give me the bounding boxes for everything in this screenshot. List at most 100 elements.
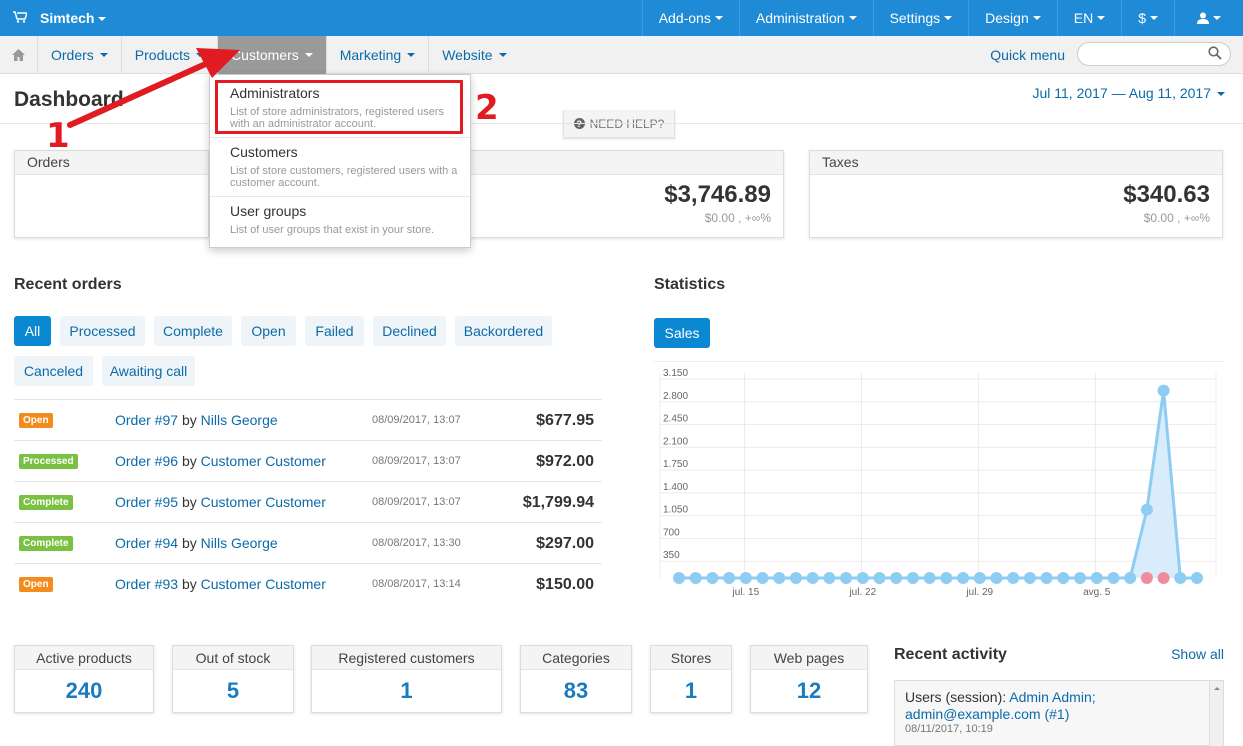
table-row[interactable]: Processed Order #96 by Customer Customer… bbox=[14, 440, 602, 481]
counter-label: Out of stock bbox=[173, 646, 293, 670]
data-point-secondary bbox=[706, 572, 719, 584]
menu-item-customers[interactable]: Customers List of store customers, regis… bbox=[210, 138, 470, 196]
y-tick-label: 2.100 bbox=[663, 436, 688, 447]
cart-icon[interactable] bbox=[0, 10, 40, 26]
filter-awaiting-call[interactable]: Awaiting call bbox=[102, 356, 195, 386]
home-icon[interactable] bbox=[0, 35, 38, 74]
chevron-down-icon bbox=[848, 16, 857, 20]
x-tick-label: avg. 5 bbox=[1083, 587, 1111, 598]
data-point-secondary bbox=[689, 572, 702, 584]
by-label: by bbox=[181, 494, 197, 510]
nav-website[interactable]: Website bbox=[429, 36, 519, 74]
filter-processed[interactable]: Processed bbox=[60, 316, 145, 346]
y-tick-label: 3.150 bbox=[663, 368, 688, 379]
table-row[interactable]: Open Order #97 by Nills George 08/09/201… bbox=[14, 399, 602, 440]
chevron-down-icon bbox=[1032, 16, 1041, 20]
annotation-step-1: 1 bbox=[46, 116, 70, 156]
counter-value: 12 bbox=[796, 678, 822, 703]
show-all-link[interactable]: Show all bbox=[1171, 646, 1224, 662]
store-switcher[interactable]: Simtech bbox=[40, 10, 107, 26]
data-point-secondary bbox=[1007, 572, 1020, 584]
chevron-down-icon bbox=[1213, 16, 1221, 20]
y-tick-label: 700 bbox=[663, 527, 680, 538]
chevron-down-icon bbox=[1097, 16, 1106, 20]
status-badge: Open bbox=[19, 413, 53, 428]
order-link[interactable]: Order #96 bbox=[115, 453, 178, 469]
date-range-picker[interactable]: Jul 11, 2017 — Aug 11, 2017 bbox=[1032, 85, 1225, 101]
menu-item-user-groups[interactable]: User groups List of user groups that exi… bbox=[210, 197, 470, 247]
filter-declined[interactable]: Declined bbox=[373, 316, 446, 346]
counter-web-pages[interactable]: Web pages 12 bbox=[750, 645, 868, 713]
table-row[interactable]: Open Order #93 by Customer Customer 08/0… bbox=[14, 563, 602, 604]
nav-marketing[interactable]: Marketing bbox=[327, 35, 430, 74]
data-point-secondary bbox=[1140, 572, 1153, 584]
customer-link[interactable]: Customer Customer bbox=[201, 494, 326, 510]
scroll-up-icon[interactable] bbox=[1210, 683, 1224, 693]
menu-user[interactable] bbox=[1174, 0, 1243, 36]
data-point-secondary bbox=[973, 572, 986, 584]
quick-menu-link[interactable]: Quick menu bbox=[990, 47, 1065, 63]
search-input[interactable] bbox=[1077, 42, 1231, 66]
chevron-down-icon bbox=[498, 52, 507, 57]
tab-sales[interactable]: Sales bbox=[654, 318, 710, 348]
customer-link[interactable]: Customer Customer bbox=[201, 453, 326, 469]
menu-currency[interactable]: $ bbox=[1121, 0, 1174, 36]
counter-value: 1 bbox=[400, 678, 413, 703]
chevron-down-icon bbox=[944, 16, 953, 20]
filter-canceled[interactable]: Canceled bbox=[14, 356, 93, 386]
counter-categories[interactable]: Categories 83 bbox=[520, 645, 632, 713]
nav-customers[interactable]: Customers bbox=[218, 35, 327, 74]
nav-orders[interactable]: Orders bbox=[38, 35, 122, 74]
counter-stores[interactable]: Stores 1 bbox=[650, 645, 732, 713]
menu-design[interactable]: Design bbox=[968, 0, 1057, 36]
data-point-secondary bbox=[1157, 572, 1170, 584]
orders-list: Open Order #97 by Nills George 08/09/201… bbox=[14, 399, 602, 604]
filter-failed[interactable]: Failed bbox=[305, 316, 364, 346]
by-label: by bbox=[181, 412, 197, 428]
panel-title: Taxes bbox=[810, 151, 1222, 175]
taxes-panel: Taxes $340.63 $0.00 , +∞% bbox=[809, 150, 1223, 238]
menu-item-description: List of user groups that exist in your s… bbox=[230, 224, 435, 236]
menu-language[interactable]: EN bbox=[1056, 0, 1121, 36]
x-tick-label: jul. 15 bbox=[731, 587, 759, 598]
menu-administration[interactable]: Administration bbox=[738, 0, 873, 36]
filter-all[interactable]: All bbox=[14, 316, 51, 346]
activity-item: Users (session): Admin Admin; admin@exam… bbox=[905, 689, 1205, 723]
scrollbar[interactable] bbox=[1209, 681, 1223, 746]
table-row[interactable]: Complete Order #95 by Customer Customer … bbox=[14, 481, 602, 522]
customer-link[interactable]: Nills George bbox=[201, 412, 278, 428]
filter-complete[interactable]: Complete bbox=[154, 316, 232, 346]
customer-link[interactable]: Nills George bbox=[201, 535, 278, 551]
order-text: Order #93 by Customer Customer bbox=[115, 576, 326, 592]
chevron-down-icon bbox=[99, 52, 108, 57]
data-point-secondary bbox=[673, 572, 685, 584]
counter-active-products[interactable]: Active products 240 bbox=[14, 645, 154, 713]
counter-value: 1 bbox=[684, 678, 698, 703]
order-link[interactable]: Order #97 bbox=[115, 412, 178, 428]
data-point-secondary bbox=[1040, 572, 1053, 584]
customer-link[interactable]: Customer Customer bbox=[201, 576, 326, 592]
by-label: by bbox=[181, 453, 197, 469]
y-tick-label: 1.750 bbox=[663, 459, 688, 470]
order-amount: $1,799.94 bbox=[522, 494, 594, 511]
counter-registered-customers[interactable]: Registered customers 1 bbox=[311, 645, 502, 713]
filter-open[interactable]: Open bbox=[241, 316, 296, 346]
need-help-button[interactable]: ?NEED HELP? bbox=[563, 110, 675, 138]
series-line bbox=[679, 390, 1197, 580]
filter-backordered[interactable]: Backordered bbox=[455, 316, 552, 346]
order-link[interactable]: Order #94 bbox=[115, 535, 178, 551]
table-row[interactable]: Complete Order #94 by Nills George 08/08… bbox=[14, 522, 602, 563]
menu-settings[interactable]: Settings bbox=[872, 0, 969, 36]
order-link[interactable]: Order #95 bbox=[115, 494, 178, 510]
status-badge: Complete bbox=[19, 495, 73, 510]
data-point-secondary bbox=[789, 572, 802, 584]
menu-addons[interactable]: Add-ons bbox=[641, 0, 739, 36]
data-point-secondary bbox=[856, 572, 869, 584]
orders-panel: Orders bbox=[14, 150, 209, 238]
y-tick-label: 1.050 bbox=[663, 505, 688, 516]
nav-products[interactable]: Products bbox=[122, 35, 219, 74]
x-tick-label: jul. 29 bbox=[965, 587, 993, 598]
counter-out-of-stock[interactable]: Out of stock 5 bbox=[172, 645, 294, 713]
order-link[interactable]: Order #93 bbox=[115, 576, 178, 592]
user-icon bbox=[1197, 12, 1209, 24]
